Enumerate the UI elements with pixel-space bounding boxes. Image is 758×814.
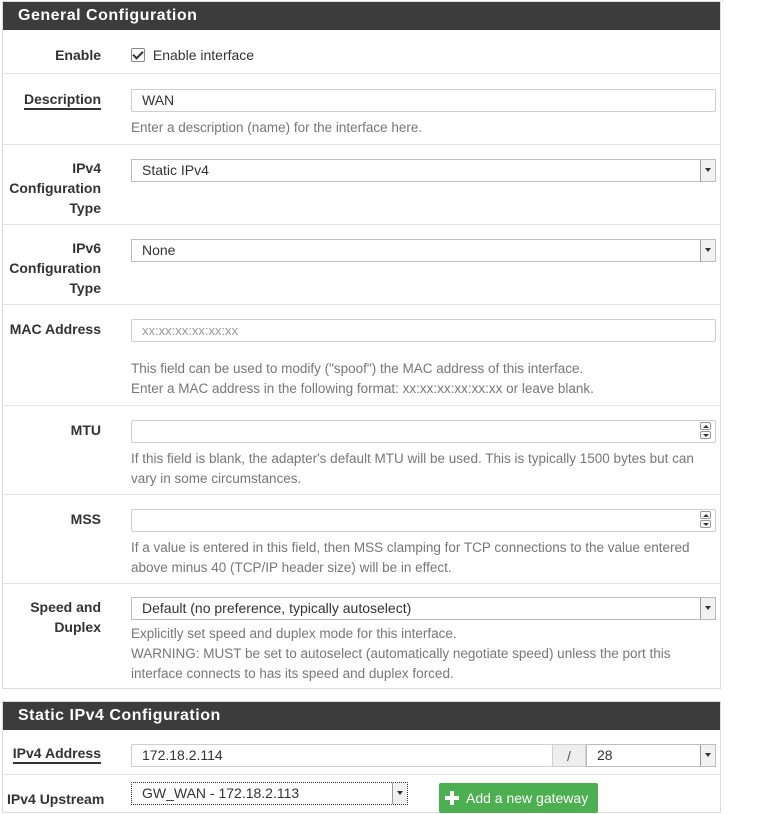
add-gateway-label: Add a new gateway bbox=[466, 790, 589, 806]
ipv6-type-control: None bbox=[131, 239, 716, 262]
enable-row: Enable Enable interface bbox=[3, 30, 720, 73]
mtu-help-line: If this field is blank, the adapter's de… bbox=[131, 451, 694, 466]
stepper-up-icon[interactable] bbox=[700, 511, 711, 519]
mss-help-line: above minus 40 (TCP/IP header size) will… bbox=[131, 560, 452, 575]
ipv4-type-row: IPv4 Configuration Type Static IPv4 bbox=[3, 144, 720, 224]
mtu-stepper[interactable] bbox=[700, 422, 712, 440]
stepper-down-icon[interactable] bbox=[700, 431, 711, 439]
enable-checkbox-label[interactable]: Enable interface bbox=[153, 47, 254, 63]
cidr-selected-value: 28 bbox=[597, 747, 613, 763]
mac-control: xx:xx:xx:xx:xx:xx This field can be used… bbox=[131, 319, 716, 399]
enable-label: Enable bbox=[55, 47, 101, 63]
mtu-help: If this field is blank, the adapter's de… bbox=[131, 449, 716, 489]
ipv4-upstream-selected-value: GW_WAN - 172.18.2.113 bbox=[142, 785, 300, 801]
general-configuration-panel: General Configuration Enable Enable inte… bbox=[2, 1, 721, 689]
mac-help: This field can be used to modify ("spoof… bbox=[131, 359, 716, 399]
ipv4-type-label-line: IPv4 bbox=[72, 160, 101, 176]
speed-duplex-select[interactable]: Default (no preference, typically autose… bbox=[131, 597, 716, 620]
mss-help-line: If a value is entered in this field, the… bbox=[131, 540, 690, 555]
ipv4-type-label-line: Configuration bbox=[9, 180, 101, 196]
mss-row: MSS If a value is entered in this field,… bbox=[3, 494, 720, 583]
description-control: WAN Enter a description (name) for the i… bbox=[131, 89, 716, 138]
description-help: Enter a description (name) for the inter… bbox=[131, 120, 423, 135]
speed-duplex-selected-value: Default (no preference, typically autose… bbox=[142, 600, 412, 616]
stepper-down-icon[interactable] bbox=[700, 520, 711, 528]
ipv4-type-label-line: Type bbox=[69, 200, 101, 216]
chevron-down-icon[interactable] bbox=[392, 783, 407, 804]
ipv6-type-label: IPv6 Configuration Type bbox=[3, 238, 101, 298]
description-row: Description WAN Enter a description (nam… bbox=[3, 73, 720, 144]
ipv6-type-select[interactable]: None bbox=[131, 239, 716, 262]
speed-duplex-label-line: Speed and bbox=[30, 599, 101, 615]
description-label: Description bbox=[3, 89, 101, 110]
mtu-control: If this field is blank, the adapter's de… bbox=[131, 420, 716, 489]
chevron-down-icon[interactable] bbox=[700, 240, 715, 261]
ipv4-type-select[interactable]: Static IPv4 bbox=[131, 159, 716, 182]
speed-duplex-label: Speed and Duplex bbox=[3, 597, 101, 637]
static-ipv4-panel: Static IPv4 Configuration IPv4 Address 1… bbox=[2, 701, 721, 813]
add-gateway-button[interactable]: Add a new gateway bbox=[439, 783, 599, 813]
ipv4-type-control: Static IPv4 bbox=[131, 159, 716, 182]
mtu-row: MTU If this field is blank, the adapter'… bbox=[3, 405, 720, 494]
mss-stepper[interactable] bbox=[700, 511, 712, 529]
description-label-text: Description bbox=[23, 91, 101, 110]
ipv6-type-row: IPv6 Configuration Type None bbox=[3, 224, 720, 304]
mac-address-input[interactable]: xx:xx:xx:xx:xx:xx bbox=[131, 319, 716, 342]
speed-duplex-label-line: Duplex bbox=[54, 619, 101, 635]
ipv6-type-label-line: IPv6 bbox=[72, 240, 101, 256]
speed-duplex-row: Speed and Duplex Default (no preference,… bbox=[3, 583, 720, 688]
ipv4-address-row: IPv4 Address 172.18.2.114 / 28 bbox=[3, 730, 720, 774]
stepper-up-icon[interactable] bbox=[700, 422, 711, 430]
chevron-down-icon[interactable] bbox=[700, 598, 715, 619]
mtu-help-line: vary in some circumstances. bbox=[131, 471, 302, 486]
ipv4-address-label: IPv4 Address bbox=[3, 743, 101, 764]
ipv4-upstream-control: GW_WAN - 172.18.2.113 Add a new gateway bbox=[131, 782, 716, 813]
ipv6-type-label-line: Type bbox=[69, 280, 101, 296]
mac-label: MAC Address bbox=[9, 321, 101, 337]
window-edge bbox=[722, 0, 723, 2]
ipv6-type-label-line: Configuration bbox=[9, 260, 101, 276]
cidr-separator: / bbox=[552, 744, 586, 767]
mtu-input[interactable] bbox=[131, 420, 716, 443]
description-input[interactable]: WAN bbox=[131, 89, 716, 112]
mac-help-line: This field can be used to modify ("spoof… bbox=[131, 361, 584, 376]
speed-duplex-control: Default (no preference, typically autose… bbox=[131, 597, 716, 684]
mac-help-line: Enter a MAC address in the following for… bbox=[131, 381, 594, 396]
speed-duplex-help-line: WARNING: MUST be set to autoselect (auto… bbox=[131, 646, 671, 661]
ipv4-type-selected-value: Static IPv4 bbox=[142, 162, 209, 178]
mac-row: MAC Address xx:xx:xx:xx:xx:xx This field… bbox=[3, 304, 720, 405]
ipv4-upstream-select[interactable]: GW_WAN - 172.18.2.113 bbox=[131, 782, 408, 805]
ipv4-upstream-label: IPv4 Upstream bbox=[7, 791, 105, 807]
speed-duplex-help-line: interface connects to has its speed and … bbox=[131, 666, 454, 681]
ipv4-address-input[interactable]: 172.18.2.114 bbox=[131, 744, 552, 767]
cidr-select[interactable]: 28 bbox=[586, 744, 716, 767]
panel-heading: Static IPv4 Configuration bbox=[3, 702, 720, 730]
enable-control: Enable interface bbox=[131, 45, 716, 65]
mtu-label: MTU bbox=[70, 422, 101, 438]
mss-control: If a value is entered in this field, the… bbox=[131, 509, 716, 578]
speed-duplex-help: Explicitly set speed and duplex mode for… bbox=[131, 624, 716, 684]
enable-checkbox[interactable] bbox=[131, 48, 145, 62]
chevron-down-icon[interactable] bbox=[700, 745, 715, 766]
mss-label: MSS bbox=[70, 511, 101, 527]
mss-help: If a value is entered in this field, the… bbox=[131, 538, 716, 578]
panel-heading: General Configuration bbox=[3, 2, 720, 30]
ipv4-upstream-row: IPv4 Upstream GW_WAN - 172.18.2.113 Add … bbox=[3, 774, 720, 814]
speed-duplex-help-line: Explicitly set speed and duplex mode for… bbox=[131, 626, 457, 641]
chevron-down-icon[interactable] bbox=[700, 160, 715, 181]
ipv4-address-label-text: IPv4 Address bbox=[12, 745, 101, 764]
ipv4-type-label: IPv4 Configuration Type bbox=[3, 158, 101, 218]
plus-icon bbox=[445, 791, 459, 805]
mss-input[interactable] bbox=[131, 509, 716, 532]
ipv6-type-selected-value: None bbox=[142, 242, 176, 258]
